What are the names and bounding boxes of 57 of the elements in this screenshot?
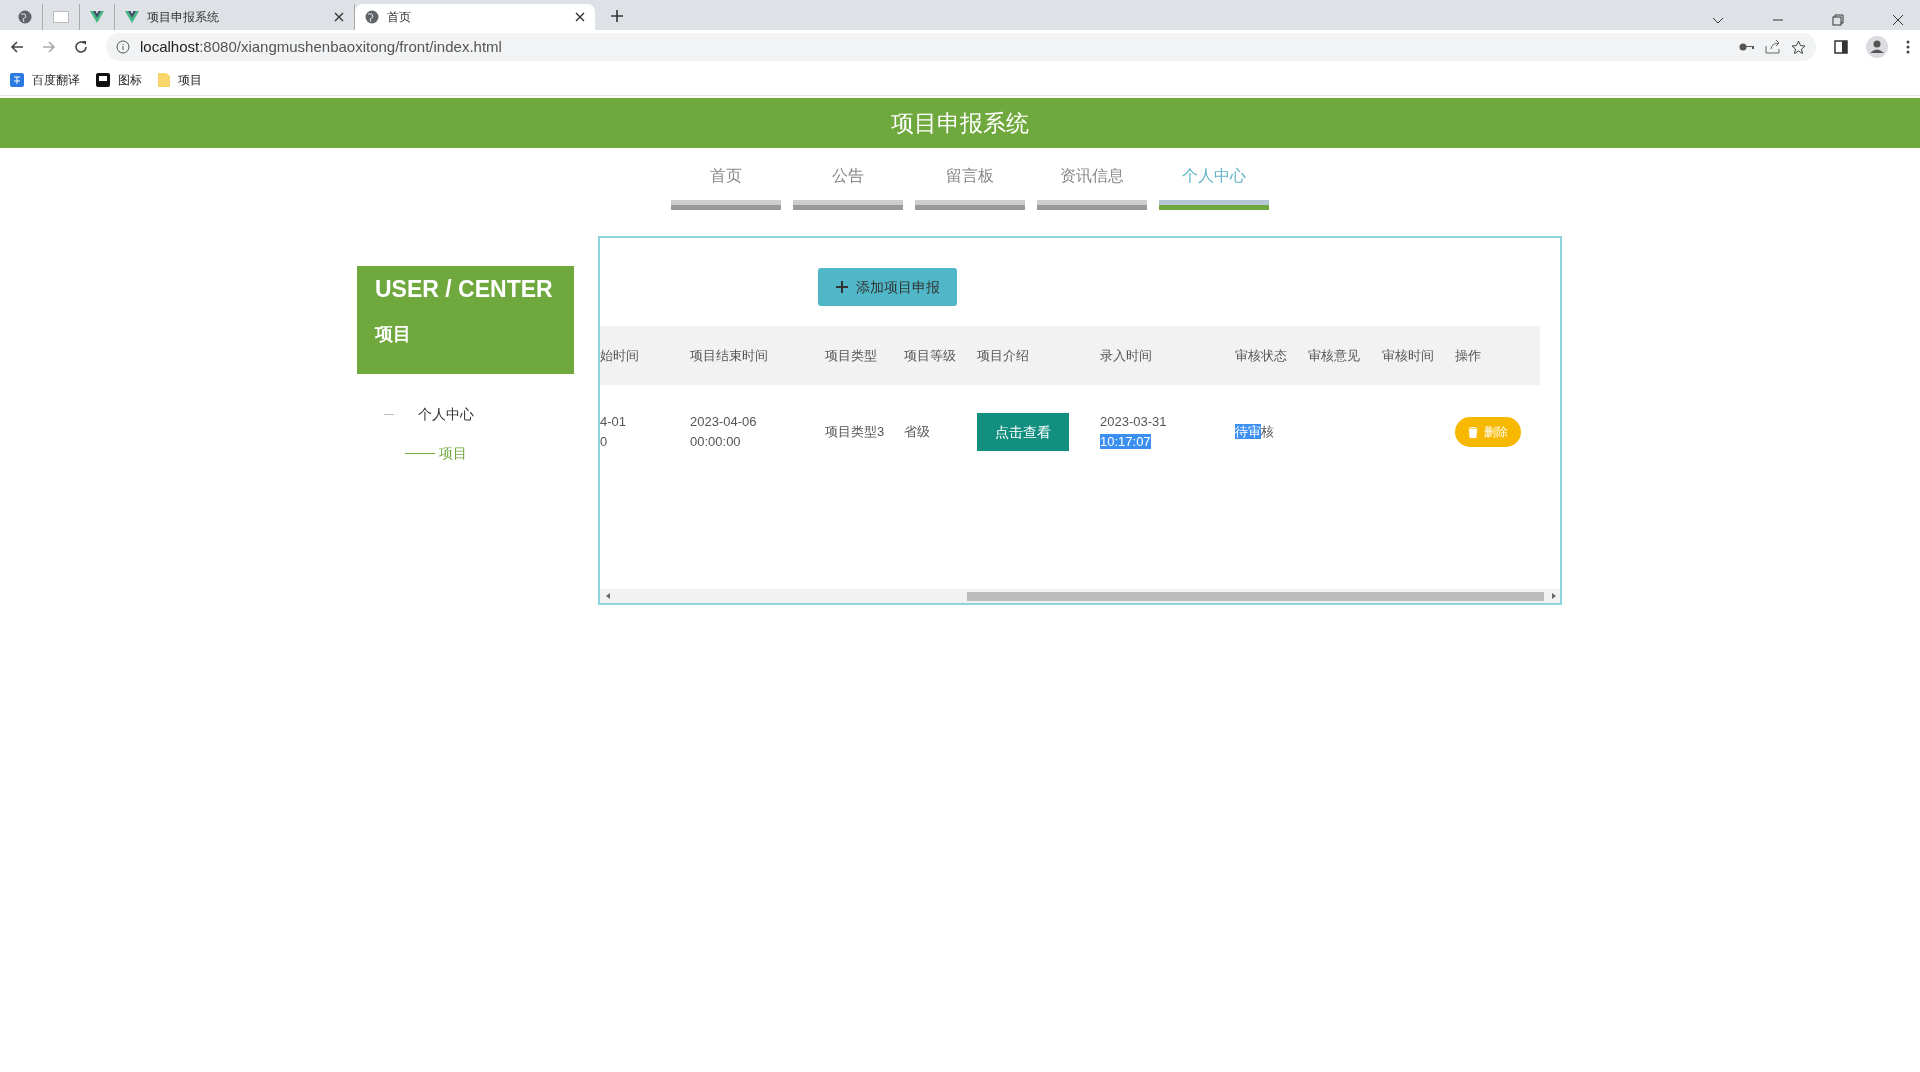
- table-cell-text: 项目类型3: [825, 423, 886, 441]
- share-icon[interactable]: [1765, 40, 1781, 54]
- nav-tab[interactable]: 公告: [793, 164, 903, 210]
- new-tab-icon[interactable]: [611, 10, 623, 22]
- table-cell-text: 待审核: [1235, 423, 1275, 441]
- table-cell-text: 4-01 0: [600, 413, 628, 451]
- column-header: 项目类型: [825, 346, 878, 365]
- column-header: 始时间: [600, 346, 640, 365]
- column-header: 项目结束时间: [690, 346, 769, 365]
- site-title: 项目申报系统: [0, 98, 1920, 148]
- scrollbar[interactable]: [600, 589, 1560, 603]
- column-header: 项目介绍: [977, 346, 1030, 365]
- close-icon[interactable]: [334, 12, 344, 22]
- column-header: 审核意见: [1308, 346, 1361, 365]
- flag-icon: [96, 72, 110, 87]
- trash-icon: [1468, 426, 1478, 438]
- sidebar-item[interactable]: 个人中心: [357, 404, 574, 425]
- address-bar[interactable]: localhost:8080/xiangmushenbaoxitong/front/index.html: [106, 33, 1816, 61]
- close-icon[interactable]: [575, 12, 585, 22]
- bookmark[interactable]: 百度翻译: [10, 70, 80, 89]
- url-text: localhost:8080/xiangmushenbaoxitong/front/index.html: [140, 36, 502, 57]
- folder-icon: [158, 72, 170, 87]
- close-icon[interactable]: [1892, 14, 1904, 26]
- browser-tab[interactable]: 首页: [355, 4, 595, 30]
- column-header: 审核状态: [1235, 346, 1288, 365]
- bookmark[interactable]: 项目: [158, 70, 202, 89]
- profile-icon[interactable]: [1866, 36, 1888, 58]
- column-header: 录入时间: [1100, 346, 1153, 365]
- table-cell-text: 2023-04-06 00:00:00: [690, 413, 758, 451]
- sidebar-title: USER / CENTER: [375, 275, 554, 304]
- translate-icon: [10, 72, 24, 87]
- nav-tab[interactable]: 留言板: [915, 164, 1025, 210]
- key-icon[interactable]: [1739, 42, 1755, 52]
- more-icon[interactable]: [1906, 40, 1910, 54]
- bookmark[interactable]: 图标: [96, 70, 142, 89]
- scrollbar-thumb[interactable]: [967, 592, 1544, 601]
- page-icon: [53, 11, 69, 23]
- back-icon[interactable]: [10, 40, 24, 54]
- sidebar-icon[interactable]: [1834, 40, 1848, 54]
- view-button[interactable]: 点击查看: [977, 413, 1069, 451]
- star-icon[interactable]: [1791, 39, 1806, 55]
- sidebar-item[interactable]: 项目: [357, 443, 574, 464]
- v-logo-icon: [125, 11, 139, 23]
- add-button[interactable]: 添加项目申报: [818, 268, 957, 306]
- table-cell-text: 2023-03-31 10:17:07: [1100, 413, 1168, 451]
- info-icon[interactable]: [116, 40, 130, 54]
- column-header: 操作: [1455, 346, 1482, 365]
- nav-tab[interactable]: 首页: [671, 164, 781, 210]
- reload-icon[interactable]: [74, 40, 88, 54]
- nav-tab[interactable]: 资讯信息: [1037, 164, 1147, 210]
- plus-icon: [835, 281, 848, 293]
- v-logo-icon: [90, 11, 104, 23]
- sidebar-subtitle: 项目: [375, 322, 412, 346]
- column-header: 项目等级: [904, 346, 957, 365]
- column-header: 审核时间: [1382, 346, 1435, 365]
- restore-icon[interactable]: [1832, 14, 1844, 26]
- table-cell-text: 省级: [904, 423, 931, 441]
